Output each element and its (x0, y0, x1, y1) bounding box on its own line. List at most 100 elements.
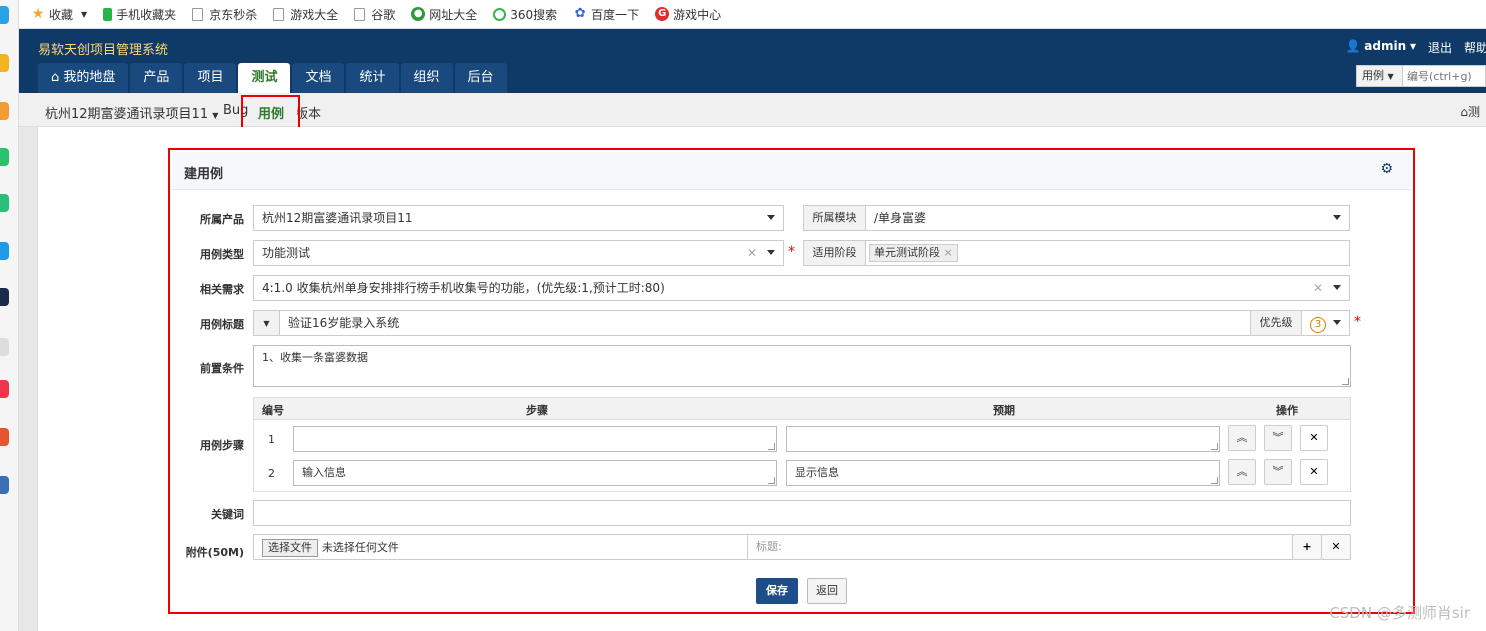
bookmark-label: 收藏 (49, 7, 74, 22)
story-select[interactable]: 4:1.0 收集杭州单身安排排行榜手机收集号的功能，(优先级:1,预计工时:80… (253, 275, 1350, 301)
case-title-input[interactable]: 验证16岁能录入系统 (279, 310, 1251, 336)
sidebar-app-icon[interactable] (0, 242, 9, 260)
search-box: 用例 ▼ (1356, 65, 1486, 87)
nav-tab-doc[interactable]: 文档 (292, 63, 345, 93)
subnav-version[interactable]: 版本 (297, 103, 321, 122)
bookmark-hao[interactable]: ● 网址大全 (411, 6, 477, 23)
step-number: 1 (268, 433, 275, 446)
nav-tab-test[interactable]: 测试 (238, 63, 291, 93)
case-title-value: 验证16岁能录入系统 (288, 316, 400, 330)
bookmarks-bar: ★ 收藏 ▼ 手机收藏夹 京东秒杀 游戏大全 谷歌 ● 网址大全 360搜索 ✿ 百度一… (19, 0, 1486, 29)
priority-select[interactable]: 3 (1301, 310, 1350, 336)
sidebar-app-icon[interactable] (0, 148, 9, 166)
user-dropdown[interactable]: 👤 admin ▾ (1346, 39, 1416, 56)
sidebar-app-icon[interactable] (0, 428, 9, 446)
bookmark-games[interactable]: 游戏大全 (273, 6, 338, 23)
double-chevron-down-icon: ︾ (1272, 465, 1284, 478)
logout-link[interactable]: 退出 (1428, 39, 1452, 56)
chevron-down-icon (1333, 320, 1341, 325)
priority-badge: 3 (1310, 317, 1326, 333)
title-color-picker[interactable]: ▼ (253, 310, 280, 336)
resize-handle-icon[interactable] (1211, 477, 1218, 484)
precondition-textarea[interactable]: 1、收集一条富婆数据 (253, 345, 1351, 387)
bookmark-label: 游戏大全 (290, 7, 339, 22)
delete-step-button[interactable]: ✕ (1300, 459, 1328, 485)
bookmark-mobile[interactable]: 手机收藏夹 (103, 6, 176, 23)
sidebar-app-icon[interactable] (0, 288, 9, 306)
type-select[interactable]: 功能测试 ✕ (253, 240, 784, 266)
add-file-button[interactable]: + (1292, 534, 1322, 560)
file-picker[interactable]: 选择文件 未选择任何文件 (253, 534, 748, 560)
back-button[interactable]: 返回 (807, 578, 847, 604)
bookmark-google[interactable]: 谷歌 (354, 6, 395, 23)
expect-input[interactable] (786, 426, 1220, 452)
expect-input[interactable]: 显示信息 (786, 460, 1220, 486)
gear-icon[interactable]: ⚙ (1380, 161, 1393, 177)
remove-file-button[interactable]: ✕ (1321, 534, 1351, 560)
nav-tab-report[interactable]: 统计 (346, 63, 399, 93)
choose-file-label: 选择文件 (268, 541, 312, 554)
sidebar-app-icon[interactable] (0, 54, 9, 72)
bookmark-favorites[interactable]: ★ 收藏 ▼ (31, 6, 87, 23)
product-select[interactable]: 杭州12期富婆通讯录项目11 (253, 205, 784, 231)
bookmark-label: 360搜索 (510, 7, 558, 22)
move-down-button[interactable]: ︾ (1264, 459, 1292, 485)
nav-tab-admin[interactable]: 后台 (454, 63, 507, 93)
resize-handle-icon[interactable] (1211, 443, 1218, 450)
app-title: 易软天创项目管理系统 (38, 43, 169, 58)
sidebar-app-icon[interactable] (0, 476, 9, 494)
nav-tab-my[interactable]: ⌂ 我的地盘 (38, 63, 129, 93)
resize-handle-icon[interactable] (1342, 378, 1349, 385)
help-link[interactable]: 帮助 (1464, 39, 1486, 56)
file-status: 未选择任何文件 (321, 541, 399, 554)
precondition-label: 前置条件 (200, 362, 244, 375)
required-mark: * (788, 244, 795, 260)
close-icon: ✕ (1331, 540, 1341, 553)
clear-icon[interactable]: ✕ (747, 241, 757, 265)
resize-handle-icon[interactable] (768, 443, 775, 450)
move-up-button[interactable]: ︽ (1228, 459, 1256, 485)
clear-icon[interactable]: ✕ (1313, 276, 1323, 300)
choose-file-button[interactable]: 选择文件 (262, 539, 318, 557)
bookmark-baidu[interactable]: ✿ 百度一下 (573, 6, 639, 23)
keywords-input[interactable] (253, 500, 1351, 526)
product-switcher[interactable]: 杭州12期富婆通讯录项目11 ▼ (45, 103, 218, 122)
bookmark-jd[interactable]: 京东秒杀 (192, 6, 257, 23)
bookmark-game-center[interactable]: G 游戏中心 (655, 6, 721, 23)
home-icon[interactable]: ⌂测 (1460, 103, 1480, 120)
sidebar-app-icon[interactable] (0, 102, 9, 120)
stage-select[interactable]: 单元测试阶段 × (865, 240, 1350, 266)
module-select[interactable]: /单身富婆 (865, 205, 1350, 231)
paw-icon: ✿ (574, 6, 586, 21)
sidebar-app-icon[interactable] (0, 194, 9, 212)
nav-tab-project[interactable]: 项目 (184, 63, 237, 93)
page-icon (192, 7, 204, 21)
search-type-select[interactable]: 用例 ▼ (1357, 66, 1403, 86)
delete-step-button[interactable]: ✕ (1300, 425, 1328, 451)
resize-handle-icon[interactable] (768, 477, 775, 484)
bookmark-360[interactable]: 360搜索 (493, 6, 557, 23)
sidebar-app-icon[interactable] (0, 6, 9, 24)
sidebar-app-icon[interactable] (0, 338, 9, 356)
nav-tab-company[interactable]: 组织 (400, 63, 453, 93)
search-input[interactable] (1403, 66, 1485, 86)
save-button[interactable]: 保存 (756, 578, 798, 604)
steps-label: 用例步骤 (200, 439, 244, 452)
step-input[interactable] (293, 426, 777, 452)
module-value: /单身富婆 (874, 211, 927, 225)
page-title: 建用例 (184, 167, 224, 182)
attachment-label: 附件(50M) (185, 546, 244, 559)
sidebar-app-icon[interactable] (0, 380, 9, 398)
move-down-button[interactable]: ︾ (1264, 425, 1292, 451)
story-value: 4:1.0 收集杭州单身安排排行榜手机收集号的功能，(优先级:1,预计工时:80… (262, 281, 665, 295)
file-title-input[interactable]: 标题: (747, 534, 1293, 560)
move-up-button[interactable]: ︽ (1228, 425, 1256, 451)
chevron-down-icon (767, 215, 775, 220)
nav-tab-product[interactable]: 产品 (130, 63, 183, 93)
page-icon (273, 7, 285, 21)
step-value: 输入信息 (302, 466, 346, 479)
step-input[interactable]: 输入信息 (293, 460, 777, 486)
watermark: CSDN @多测师肖sir (1329, 604, 1470, 622)
close-icon[interactable]: × (944, 246, 953, 259)
product-label: 所属产品 (200, 213, 244, 226)
